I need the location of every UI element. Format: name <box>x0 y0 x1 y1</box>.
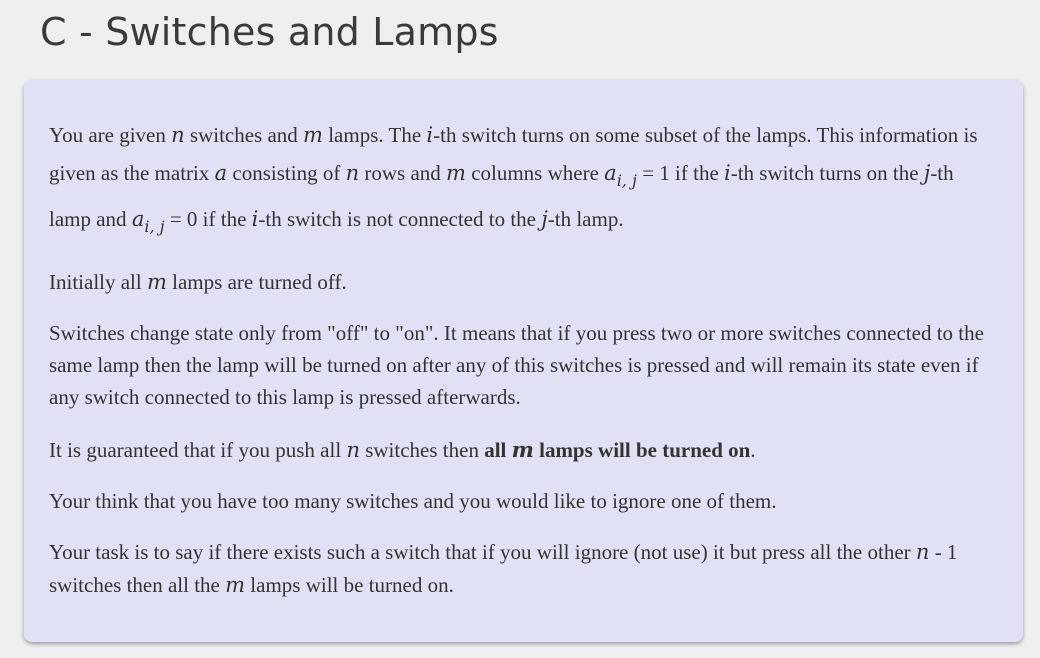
math-n: n <box>346 438 360 462</box>
math-subscript-ij: i, j <box>616 171 637 190</box>
math-n: n <box>915 540 930 564</box>
math-a-base: a <box>604 161 617 185</box>
text: You are given <box>49 123 172 147</box>
text: all <box>484 438 512 462</box>
text: lamps. The <box>322 123 427 147</box>
text: = 0 if the <box>164 207 252 231</box>
math-m: m <box>303 123 323 147</box>
math-a: a <box>214 161 228 185</box>
text: Initially all <box>49 270 147 294</box>
statement-paragraph-5: Your think that you have too many switch… <box>49 489 777 513</box>
text: columns where <box>465 161 605 185</box>
math-subscript-ij: i, j <box>144 217 165 236</box>
math-i: i <box>724 161 731 185</box>
statement-paragraph-1: You are given n switches and m lamps. Th… <box>49 116 999 246</box>
bold-guarantee: all m lamps will be turned on <box>484 437 751 462</box>
statement-paragraph-2: Initially all m lamps are turned off. <box>49 266 999 299</box>
text: switches and <box>184 123 304 147</box>
math-a-ij: ai, j <box>604 161 637 190</box>
text: = 1 if the <box>636 161 725 185</box>
text: lamps are turned off. <box>166 270 347 294</box>
text: switches then <box>359 438 485 462</box>
text: lamps will be turned on <box>533 438 751 462</box>
page-title: C - Switches and Lamps <box>40 10 499 54</box>
statement-paragraph-6: Your task is to say if there exists such… <box>49 536 999 602</box>
math-m: m <box>446 161 466 185</box>
text: -th switch turns on the <box>730 161 924 185</box>
math-n: n <box>171 123 185 147</box>
text: . <box>750 438 756 462</box>
problem-statement-panel: You are given n switches and m lamps. Th… <box>24 80 1023 642</box>
math-m: m <box>225 573 246 597</box>
statement-paragraph-4: It is guaranteed that if you push all n … <box>49 433 999 467</box>
text: rows and <box>359 161 447 185</box>
math-n: n <box>345 161 360 185</box>
text: Your task is to say if there exists such… <box>49 540 916 564</box>
text: -th lamp. <box>547 207 624 231</box>
text: -th switch is not connected to the <box>258 207 542 231</box>
text: consisting of <box>227 161 346 185</box>
math-m: m <box>146 270 167 294</box>
statement-paragraph-3: Switches change state only from "off" to… <box>49 321 984 409</box>
text: It is guaranteed that if you push all <box>49 438 347 462</box>
text: lamps will be turned on. <box>245 573 454 597</box>
math-a-base: a <box>131 207 145 231</box>
math-a-ij: ai, j <box>131 207 165 236</box>
math-m: m <box>511 437 534 462</box>
